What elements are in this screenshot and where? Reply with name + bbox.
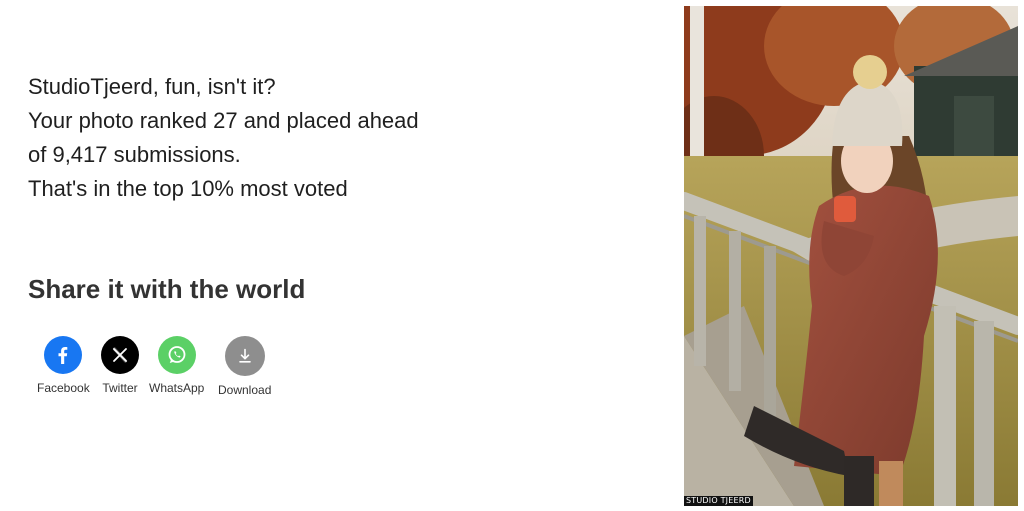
whatsapp-icon[interactable] xyxy=(157,336,196,374)
facebook-icon[interactable] xyxy=(44,336,83,374)
greeting-line: StudioTjeerd, fun, isn't it? xyxy=(28,74,276,99)
twitter-share-button[interactable]: Twitter xyxy=(101,336,139,395)
submitted-photo: STUDIO TJEERD xyxy=(684,6,1018,506)
download-icon[interactable] xyxy=(224,336,265,376)
whatsapp-share-button[interactable]: WhatsApp xyxy=(149,336,204,395)
rank-line: Your photo ranked 27 and placed ahead xyxy=(28,108,419,133)
submissions-line: of 9,417 submissions. xyxy=(28,142,241,167)
download-label: Download xyxy=(218,383,272,397)
top-percent-line: That's in the top 10% most voted xyxy=(28,176,348,201)
facebook-share-button[interactable]: Facebook xyxy=(37,336,90,395)
share-title: Share it with the world xyxy=(28,274,306,304)
x-icon[interactable] xyxy=(101,336,139,374)
result-page: StudioTjeerd, fun, isn't it? Your photo … xyxy=(0,0,1024,511)
result-message: StudioTjeerd, fun, isn't it? Your photo … xyxy=(28,70,628,206)
twitter-label: Twitter xyxy=(102,381,138,395)
facebook-label: Facebook xyxy=(37,381,90,395)
download-button[interactable]: Download xyxy=(218,336,271,397)
whatsapp-label: WhatsApp xyxy=(149,381,205,395)
share-buttons: Facebook Twitter WhatsApp Download xyxy=(0,336,320,406)
photo-watermark: STUDIO TJEERD xyxy=(684,496,753,506)
